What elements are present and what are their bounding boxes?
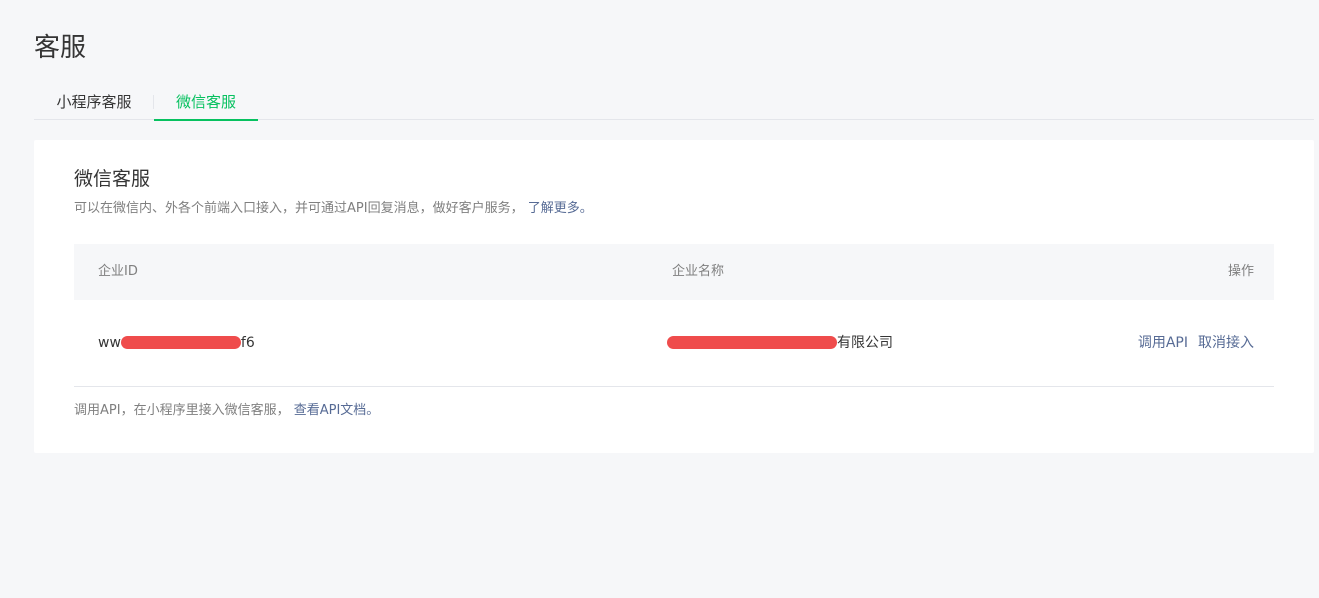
call-api-button[interactable]: 调用API: [1138, 335, 1188, 351]
footer-text: 调用API，在小程序里接入微信客服，: [74, 403, 290, 418]
card-description: 可以在微信内、外各个前端入口接入，并可通过API回复消息，做好客户服务， 了解更…: [74, 200, 593, 218]
corp-id-suffix: f6: [240, 335, 255, 351]
table-row: ww f6 有限公司 调用API 取消接入: [74, 300, 1274, 387]
page-title: 客服: [34, 33, 87, 63]
column-header-actions: 操作: [1227, 264, 1254, 279]
learn-more-link[interactable]: 了解更多。: [528, 201, 593, 216]
table-header: 企业ID 企业名称 操作: [74, 244, 1274, 300]
page: 客服 小程序客服 微信客服 微信客服 可以在微信内、外各个前端入口接入，并可通过…: [0, 0, 1319, 598]
description-text: 可以在微信内、外各个前端入口接入，并可通过API回复消息，做好客户服务，: [74, 201, 524, 216]
corp-id-cell: ww f6: [98, 300, 255, 386]
tab-wechat-service[interactable]: 微信客服: [154, 87, 258, 121]
view-api-docs-link[interactable]: 查看API文档。: [294, 403, 380, 418]
wechat-service-card: 微信客服 可以在微信内、外各个前端入口接入，并可通过API回复消息，做好客户服务…: [34, 140, 1314, 453]
redacted-corp-name: [667, 335, 837, 349]
corp-table: 企业ID 企业名称 操作 ww f6 有限公司 调用API 取消接入: [74, 244, 1274, 387]
card-footer: 调用API，在小程序里接入微信客服， 查看API文档。: [74, 402, 379, 420]
corp-name-suffix: 有限公司: [837, 335, 893, 351]
redacted-corp-id: [120, 335, 241, 349]
column-header-corp-id: 企业ID: [98, 264, 138, 279]
cancel-access-button[interactable]: 取消接入: [1198, 335, 1254, 351]
column-header-corp-name: 企业名称: [672, 264, 725, 279]
tab-bar: 小程序客服 微信客服: [34, 87, 1314, 121]
tab-mini-program-service[interactable]: 小程序客服: [34, 87, 154, 120]
corp-name-cell: 有限公司: [667, 300, 893, 386]
corp-id-prefix: ww: [98, 335, 121, 351]
card-title: 微信客服: [74, 168, 151, 190]
actions-cell: 调用API 取消接入: [1138, 300, 1254, 386]
